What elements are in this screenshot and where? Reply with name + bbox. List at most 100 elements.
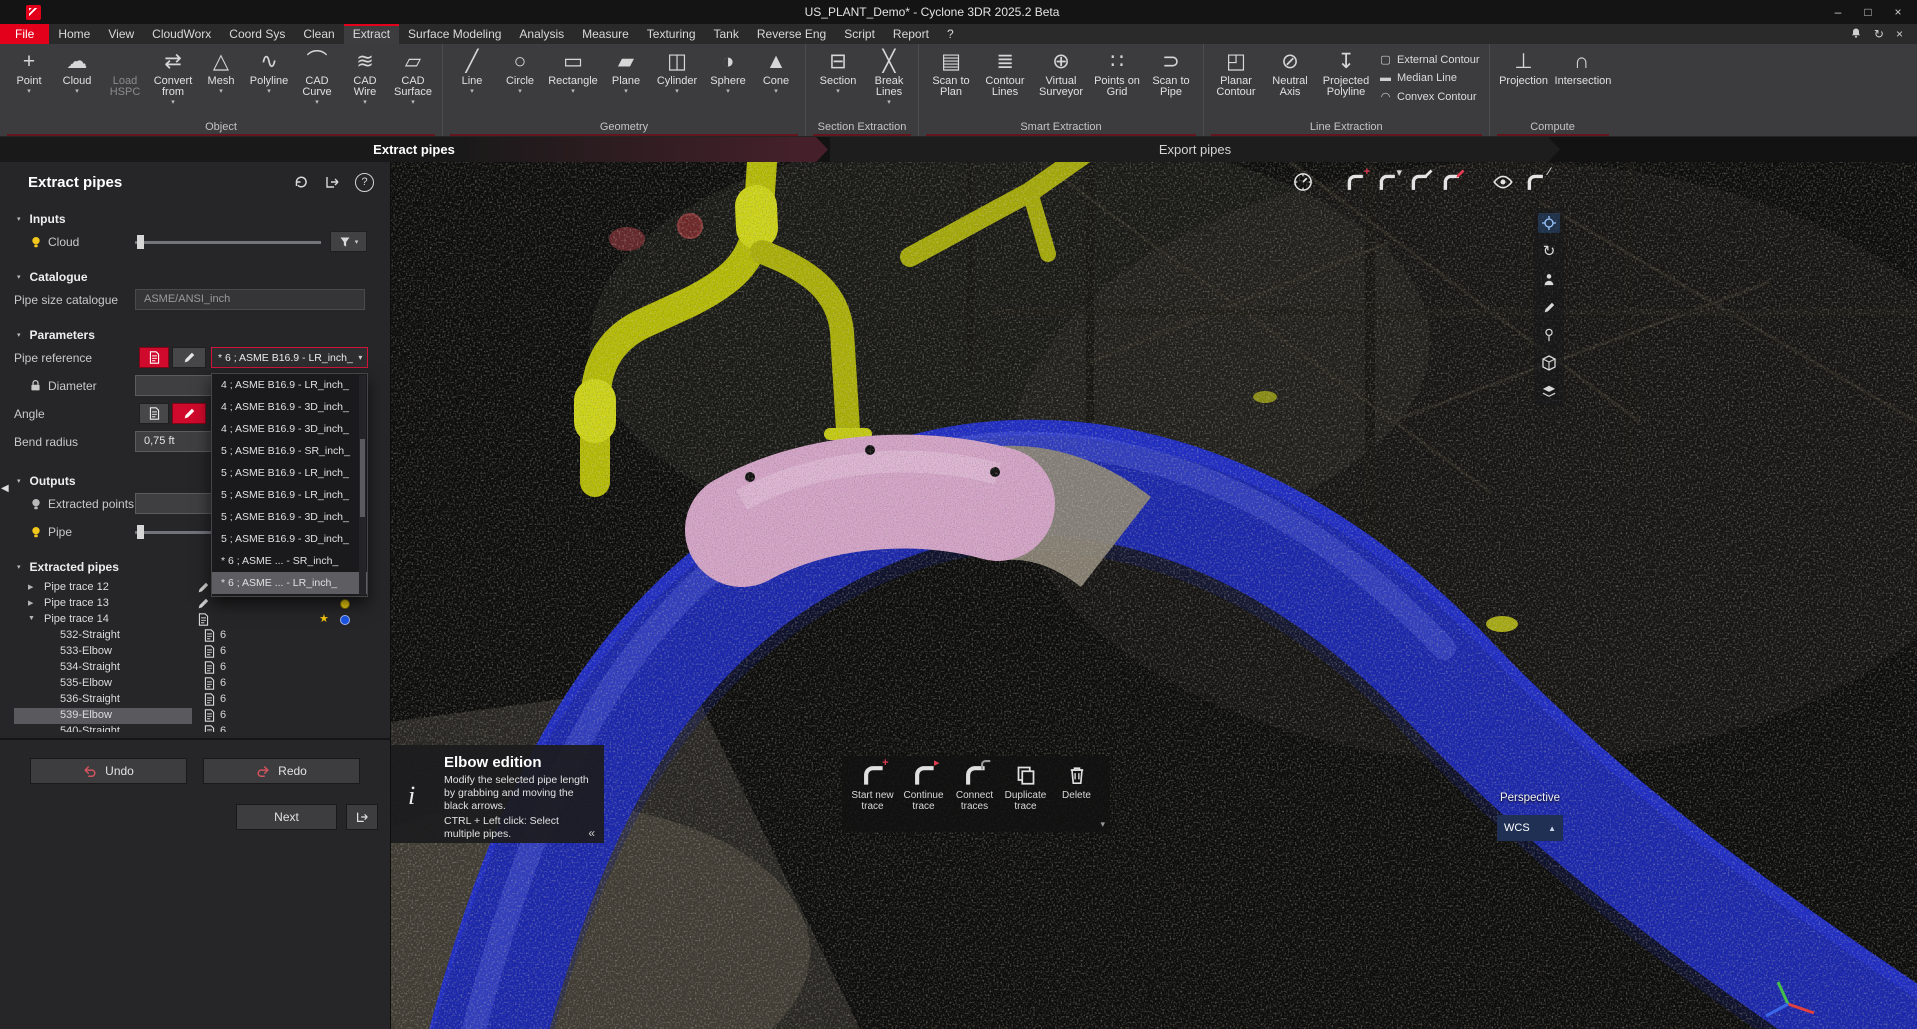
menu-help[interactable]: ? [938, 24, 963, 44]
detach-panel-icon[interactable] [324, 174, 340, 190]
visibility-bulb-icon[interactable] [29, 235, 43, 249]
menu-home[interactable]: Home [49, 24, 99, 44]
reset-history-icon[interactable] [293, 174, 309, 190]
wcs-toggle-icon[interactable]: ▲ [1548, 824, 1556, 833]
cube-view-icon[interactable] [1538, 353, 1560, 373]
pipe-edit-icon[interactable] [1406, 170, 1432, 194]
slider-thumb[interactable] [137, 235, 144, 249]
delete-trace-button[interactable]: Delete [1052, 762, 1101, 801]
section-inputs[interactable]: ▾Inputs [0, 210, 390, 228]
menu-texturing[interactable]: Texturing [638, 24, 705, 44]
section-button[interactable]: ⊟Section▾ [811, 45, 865, 96]
mesh-button[interactable]: △Mesh▾ [197, 45, 245, 96]
wcs-selector[interactable]: WCS ▲ [1497, 815, 1563, 841]
reference-star-icon[interactable]: ★ [319, 613, 329, 626]
dropdown-option[interactable]: 5 ; ASME B16.9 - 3D_inch_ [212, 506, 367, 528]
cloud-slider[interactable] [135, 241, 321, 244]
points-on-grid-button[interactable]: ∷Points on Grid [1090, 45, 1144, 98]
cloud-filter-button[interactable]: ▾ [330, 231, 367, 252]
pipe-annotate-icon[interactable] [1438, 170, 1464, 194]
dropdown-option[interactable]: 5 ; ASME B16.9 - SR_inch_ [212, 440, 367, 462]
pencil-icon[interactable] [197, 581, 210, 594]
cad-curve-button[interactable]: ⌒CAD Curve▾ [293, 45, 341, 107]
cloud-button[interactable]: ☁Cloud▾ [53, 45, 101, 96]
tree-row-536-straight[interactable]: 536-Straight 6 [0, 692, 390, 708]
point-button[interactable]: +Point▾ [5, 45, 53, 96]
polyline-button[interactable]: ∿Polyline▾ [245, 45, 293, 96]
extend-pipe-icon[interactable]: + [1342, 170, 1368, 194]
pipe-size-catalogue-field[interactable]: ASME/ANSI_inch [135, 289, 365, 310]
menu-extract[interactable]: Extract [344, 24, 399, 44]
tree-expanded-icon[interactable]: ▼ [28, 615, 35, 622]
redo-button[interactable]: Redo [203, 758, 360, 784]
menu-cloudworx[interactable]: CloudWorx [143, 24, 220, 44]
minimize-button[interactable]: – [1823, 0, 1853, 24]
continue-trace-button[interactable]: ▸ Continue trace [899, 762, 948, 812]
sketch-icon[interactable] [1538, 297, 1560, 317]
neutral-axis-button[interactable]: ⊘Neutral Axis [1263, 45, 1317, 98]
trace-color-yellow-dot[interactable] [340, 599, 350, 609]
dropdown-option[interactable]: 4 ; ASME B16.9 - LR_inch_ [212, 374, 367, 396]
document-icon[interactable] [197, 613, 210, 626]
step-export-pipes[interactable]: Export pipes [830, 137, 1560, 162]
maximize-button[interactable]: □ [1853, 0, 1883, 24]
close-button[interactable]: × [1883, 0, 1913, 24]
navigation-crosshair-icon[interactable] [1538, 213, 1560, 233]
projection-button[interactable]: ⊥Projection [1495, 45, 1553, 87]
dismiss-icon[interactable]: × [1896, 27, 1903, 41]
orbit-icon[interactable]: ↻ [1538, 241, 1560, 261]
line-button[interactable]: ╱Line▾ [448, 45, 496, 96]
tree-row-pipe-trace-14[interactable]: ▼ Pipe trace 14 ★ [0, 612, 390, 628]
contour-lines-button[interactable]: ≣Contour Lines [978, 45, 1032, 98]
section-catalogue[interactable]: ▾Catalogue [0, 268, 390, 286]
visibility-bulb-icon[interactable] [29, 525, 43, 539]
trace-toolbar-expand-icon[interactable]: ▾ [1100, 819, 1105, 830]
intersection-button[interactable]: ∩Intersection [1553, 45, 1611, 87]
sync-icon[interactable]: ↻ [1874, 27, 1884, 41]
planar-contour-button[interactable]: ◰Planar Contour [1209, 45, 1263, 98]
slider-thumb[interactable] [137, 525, 144, 539]
probe-icon[interactable] [1538, 325, 1560, 345]
pipe-reference-combobox[interactable]: * 6 ; ASME B16.9 - LR_inch_▾ [211, 347, 368, 368]
dropdown-option[interactable]: 5 ; ASME B16.9 - LR_inch_ [212, 484, 367, 506]
median-line-button[interactable]: ▬Median Line [1379, 72, 1480, 84]
dropdown-option[interactable]: * 6 ; ASME ... - SR_inch_ [212, 550, 367, 572]
menu-script[interactable]: Script [835, 24, 884, 44]
menu-reverse-eng[interactable]: Reverse Eng [748, 24, 835, 44]
viewport-3d[interactable]: + ▾ ∕ ↻ + Sta [390, 162, 1917, 1029]
rectangle-button[interactable]: ▭Rectangle▾ [544, 45, 602, 96]
visibility-bulb-icon[interactable] [29, 497, 43, 511]
notifications-icon[interactable] [1850, 27, 1862, 42]
break-lines-button[interactable]: ╳Break Lines▾ [865, 45, 913, 107]
scan-to-pipe-button[interactable]: ⊃Scan to Pipe [1144, 45, 1198, 98]
compass-icon[interactable] [1290, 170, 1316, 194]
menu-tank[interactable]: Tank [705, 24, 748, 44]
step-extract-pipes[interactable]: Extract pipes [0, 137, 828, 162]
dropdown-option[interactable]: 5 ; ASME B16.9 - 3D_inch_ [212, 528, 367, 550]
convex-contour-button[interactable]: ◠Convex Contour [1379, 90, 1480, 103]
tree-row-535-elbow[interactable]: 535-Elbow 6 [0, 676, 390, 692]
scan-to-plan-button[interactable]: ▤Scan to Plan [924, 45, 978, 98]
tree-row-533-elbow[interactable]: 533-Elbow 6 [0, 644, 390, 660]
dropdown-option[interactable]: 5 ; ASME B16.9 - LR_inch_ [212, 462, 367, 484]
tree-collapsed-icon[interactable]: ▶ [28, 583, 33, 591]
undo-button[interactable]: Undo [30, 758, 187, 784]
dropdown-scrollbar[interactable] [359, 375, 366, 595]
menu-surface-modeling[interactable]: Surface Modeling [399, 24, 510, 44]
dropdown-option[interactable]: 4 ; ASME B16.9 - 3D_inch_ [212, 396, 367, 418]
external-contour-button[interactable]: ▢External Contour [1379, 53, 1480, 66]
duplicate-trace-button[interactable]: Duplicate trace [1001, 762, 1050, 812]
menu-coord-sys[interactable]: Coord Sys [220, 24, 294, 44]
tree-collapsed-icon[interactable]: ▶ [28, 599, 33, 607]
connect-traces-button[interactable]: Connect traces [950, 762, 999, 812]
tree-row-534-straight[interactable]: 534-Straight 6 [0, 660, 390, 676]
plane-button[interactable]: ▰Plane▾ [602, 45, 650, 96]
dropdown-option-selected[interactable]: * 6 ; ASME ... - LR_inch_ [212, 572, 367, 594]
first-person-view-icon[interactable] [1538, 269, 1560, 289]
menu-clean[interactable]: Clean [294, 24, 343, 44]
pipe-reference-edit-button[interactable] [172, 347, 206, 368]
point-cloud-scene[interactable] [390, 162, 1917, 1029]
trace-color-blue-dot[interactable] [340, 615, 350, 625]
angle-edit-button[interactable] [172, 403, 206, 424]
help-icon[interactable]: ? [355, 173, 374, 192]
